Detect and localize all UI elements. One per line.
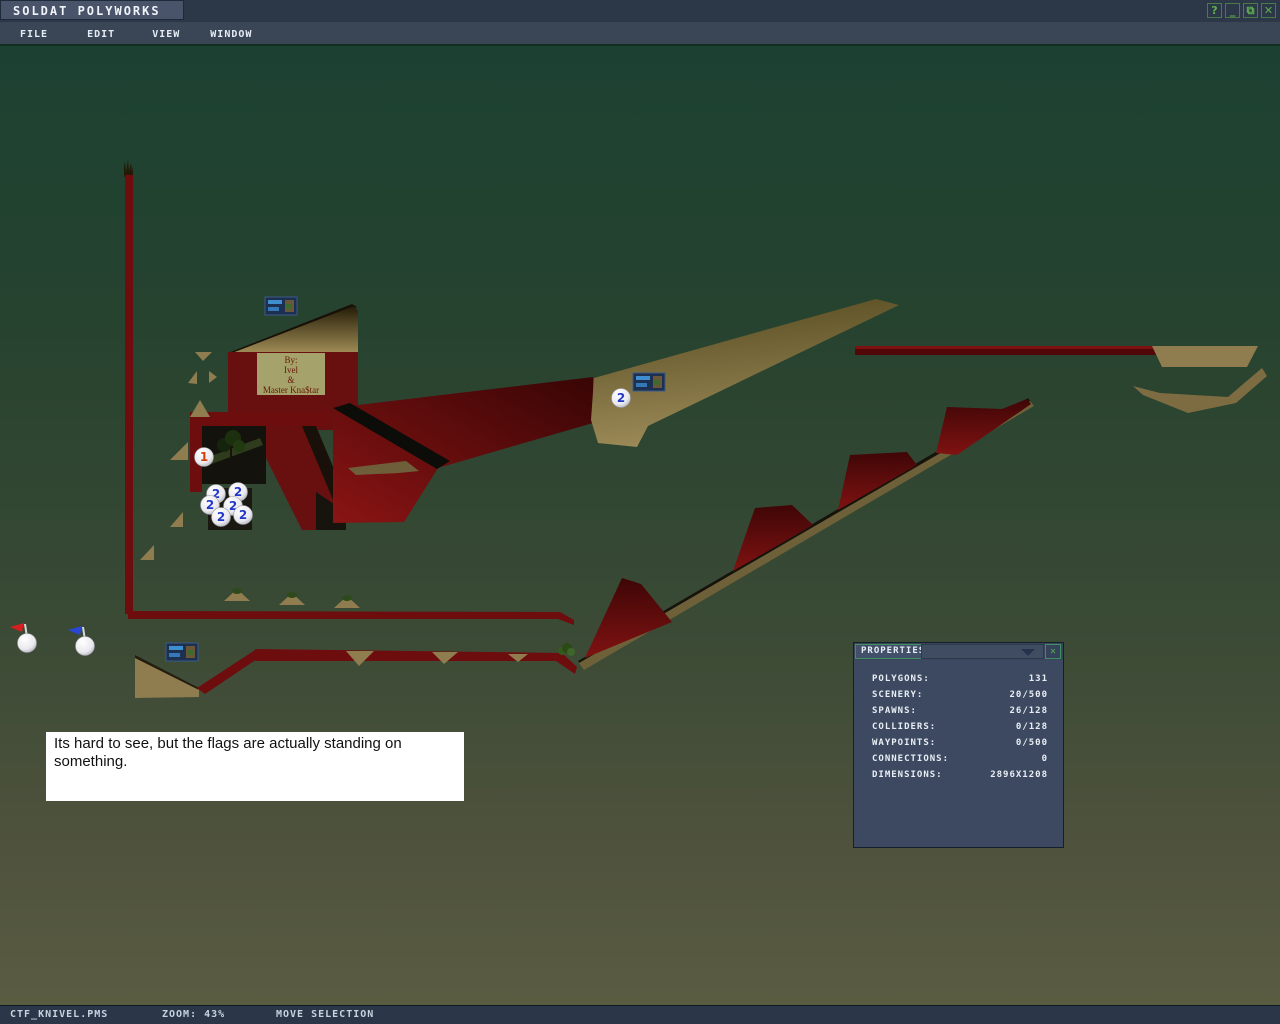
restore-button[interactable]: ⧉: [1243, 3, 1258, 18]
property-label: Waypoints:: [872, 738, 936, 748]
map-polygon-tri-down[interactable]: [195, 352, 212, 361]
map-author-sign[interactable]: By:Ivel&Master Kna$tar: [257, 353, 325, 395]
map-polygon-tri-up[interactable]: [190, 400, 210, 417]
map-polygon-pole[interactable]: [125, 175, 133, 614]
note-box[interactable]: Its hard to see, but the flags are actua…: [46, 732, 464, 801]
property-label: Colliders:: [872, 722, 936, 732]
alpha-spawn-marker[interactable]: 1: [195, 448, 214, 467]
property-label: Scenery:: [872, 690, 923, 700]
properties-title: Properties: [855, 644, 931, 659]
mound-scenery[interactable]: [224, 588, 250, 601]
property-row: Spawns: 26/128: [854, 704, 1063, 720]
menu-item-file[interactable]: File: [20, 29, 48, 40]
property-value: 0: [1042, 754, 1048, 764]
menu-item-edit[interactable]: Edit: [87, 29, 115, 40]
property-value: 131: [1029, 674, 1048, 684]
map-polygon-bottomleft-rise[interactable]: [197, 650, 263, 694]
menu-bar: File Edit View Window: [0, 22, 1280, 44]
property-row: Scenery: 20/500: [854, 688, 1063, 704]
minimize-button[interactable]: _: [1225, 3, 1240, 18]
property-value: 0/500: [1016, 738, 1048, 748]
red-flag-spawn[interactable]: [10, 623, 37, 653]
sign-line: &: [257, 375, 325, 385]
property-value: 20/500: [1009, 690, 1048, 700]
map-polygon-bottom-bar[interactable]: [128, 611, 574, 625]
close-button[interactable]: ✕: [1261, 3, 1276, 18]
bravo-spawn-marker[interactable]: 2: [212, 508, 231, 527]
property-row: Waypoints: 0/500: [854, 736, 1063, 752]
svg-text:2: 2: [239, 508, 247, 522]
menu-item-view[interactable]: View: [152, 29, 180, 40]
status-filename: ctf_Knivel.PMS: [10, 1009, 108, 1020]
map-polygon-right-bar-highlight[interactable]: [855, 346, 1158, 349]
map-polygon-wedge-1[interactable]: [170, 442, 188, 460]
property-value: 2896x1208: [990, 770, 1048, 780]
properties-close-button[interactable]: ✕: [1045, 644, 1061, 659]
property-row: Polygons: 131: [854, 672, 1063, 688]
map-polygon-wedge-3[interactable]: [140, 545, 154, 560]
property-value: 0/128: [1016, 722, 1048, 732]
title-bar: Soldat PolyWorks ?_⧉✕: [0, 0, 1280, 22]
app-window: Soldat PolyWorks ?_⧉✕ FileEditViewWindow: [0, 0, 1280, 1024]
map-polygon-wedge-2[interactable]: [170, 512, 183, 527]
scenery-thumbnail[interactable]: [633, 373, 665, 391]
svg-text:1: 1: [200, 450, 208, 464]
status-bar: ctf_Knivel.PMS Zoom: 43% Move Selection: [0, 1005, 1280, 1024]
scenery-thumbnail[interactable]: [265, 297, 297, 315]
map-svg: 12222222: [0, 46, 1280, 1005]
property-label: Polygons:: [872, 674, 930, 684]
svg-text:2: 2: [217, 510, 225, 524]
map-polygon-bottomleft-ramp[interactable]: [135, 658, 199, 698]
map-polygon-bottomleft-band[interactable]: [255, 649, 577, 674]
property-label: Connections:: [872, 754, 949, 764]
help-button[interactable]: ?: [1207, 3, 1222, 18]
properties-panel: Properties ✕ Polygons:131Scenery:20/500S…: [853, 642, 1064, 848]
map-polygon-bridge[interactable]: [333, 377, 593, 523]
properties-rows: Polygons: 131 Scenery: 20/500 Spawns: 26/128 C…: [854, 672, 1063, 784]
properties-header[interactable]: Properties ✕: [854, 643, 1063, 660]
property-label: Dimensions:: [872, 770, 943, 780]
property-label: Spawns:: [872, 706, 917, 716]
scenery-thumbnail[interactable]: [166, 643, 198, 661]
bush-scenery[interactable]: [558, 643, 575, 656]
window-title[interactable]: Soldat PolyWorks: [0, 0, 184, 20]
sign-line: By:: [257, 355, 325, 365]
window-controls: ?_⧉✕: [1204, 3, 1276, 18]
blue-flag-spawn[interactable]: [68, 626, 95, 656]
property-row: Dimensions: 2896x1208: [854, 768, 1063, 784]
bravo-spawn-marker[interactable]: 2: [234, 506, 253, 525]
map-polygon-tri-right[interactable]: [209, 371, 217, 383]
svg-text:2: 2: [617, 391, 625, 405]
map-polygon-tri-left[interactable]: [188, 371, 197, 384]
map-polygon-hump-d[interactable]: [936, 399, 1031, 455]
status-tool: Move Selection: [276, 1009, 374, 1020]
mound-scenery[interactable]: [334, 595, 360, 608]
map-polygon-hump-a[interactable]: [585, 578, 672, 658]
svg-text:2: 2: [206, 498, 214, 512]
status-zoom: Zoom: 43%: [162, 1009, 225, 1020]
menu-item-window[interactable]: Window: [210, 29, 252, 40]
map-polygon-topright-trapezoid[interactable]: [1152, 346, 1258, 367]
map-polygon-topright-boomerang[interactable]: [1133, 368, 1267, 413]
chevron-down-icon[interactable]: [1021, 649, 1035, 656]
sign-line: Ivel: [257, 365, 325, 375]
property-row: Connections: 0: [854, 752, 1063, 768]
map-polygon-pole-spikes[interactable]: [124, 160, 133, 177]
sign-line: Master Kna$tar: [257, 385, 325, 395]
property-row: Colliders: 0/128: [854, 720, 1063, 736]
bravo-spawn-marker[interactable]: 2: [612, 389, 631, 408]
property-value: 26/128: [1009, 706, 1048, 716]
map-polygon-u-top[interactable]: [190, 412, 330, 426]
map-canvas[interactable]: 12222222 By:Ivel&Master Kna$tar Its hard…: [0, 44, 1280, 1005]
mound-scenery[interactable]: [279, 592, 305, 605]
